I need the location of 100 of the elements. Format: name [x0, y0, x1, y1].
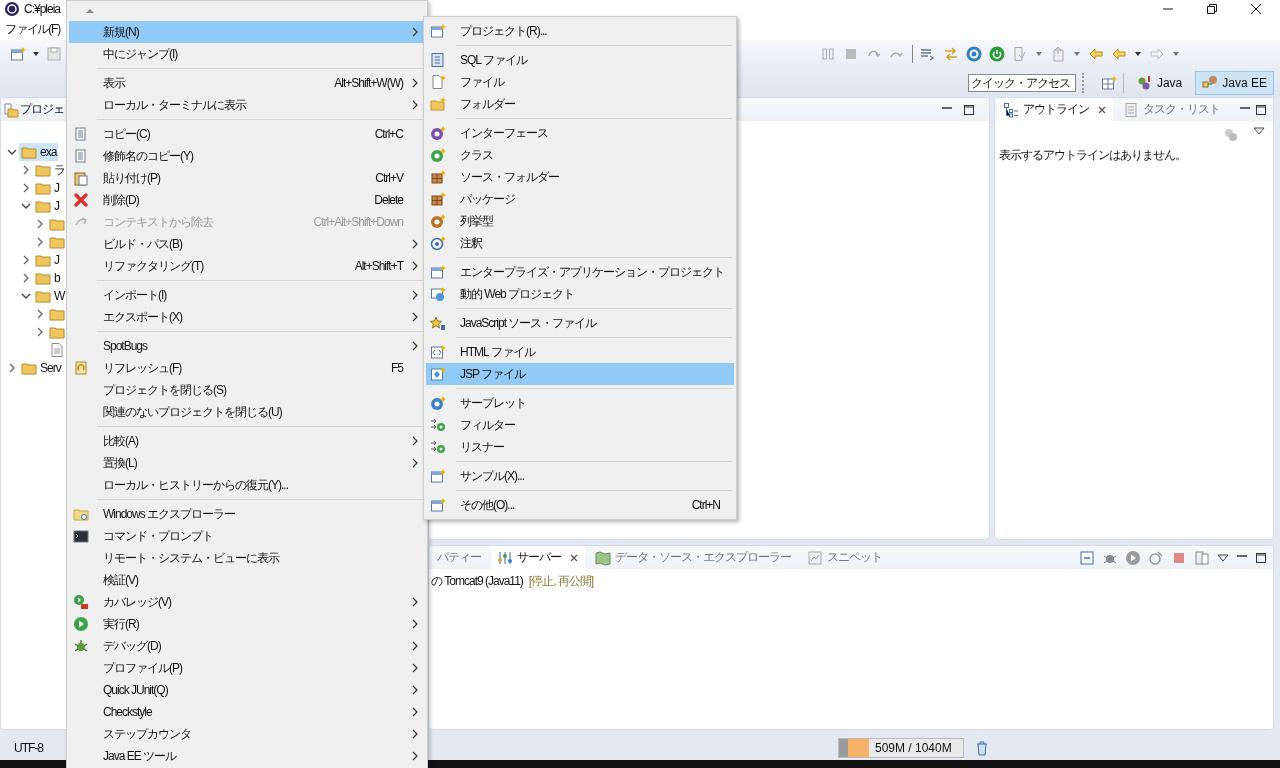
- tree-item[interactable]: exa: [19, 143, 59, 161]
- menu-item[interactable]: Checkstyle: [69, 701, 425, 723]
- document-icon[interactable]: [1012, 46, 1028, 62]
- menu-item[interactable]: 中にジャンプ(I): [69, 43, 425, 65]
- open-perspective-icon[interactable]: [1100, 74, 1117, 91]
- server-name[interactable]: の Tomcat9 (Java11): [431, 573, 523, 590]
- menu-item[interactable]: クラス: [426, 144, 734, 166]
- menu-item[interactable]: HTML ファイル: [426, 341, 734, 363]
- tree-item[interactable]: ラ: [33, 161, 67, 179]
- chevron-right-icon[interactable]: [35, 237, 45, 247]
- arrow-left-icon[interactable]: [1111, 46, 1127, 62]
- menu-item[interactable]: 比較(A): [69, 430, 425, 452]
- menu-item[interactable]: 注釈: [426, 232, 734, 254]
- chevron-right-icon[interactable]: [21, 255, 31, 265]
- maximize-icon[interactable]: [1255, 103, 1267, 116]
- maximize-icon[interactable]: [963, 103, 975, 116]
- menu-item[interactable]: 関連のないプロジェクトを閉じる(U): [69, 401, 425, 423]
- tree-item[interactable]: W: [33, 287, 67, 305]
- menu-item[interactable]: フォルダー: [426, 93, 734, 115]
- chevron-right-icon[interactable]: [21, 273, 31, 283]
- perspective-button[interactable]: Java: [1129, 70, 1190, 95]
- perspective-button[interactable]: Java EE: [1195, 70, 1274, 95]
- menu-item[interactable]: インポート(I): [69, 284, 425, 306]
- tree-item[interactable]: J: [33, 251, 61, 269]
- play-icon[interactable]: [1125, 549, 1141, 566]
- heap-meter[interactable]: 509M / 1040M: [838, 737, 964, 758]
- menu-item[interactable]: リフレッシュ(F) F5: [69, 357, 425, 379]
- arrow-left-icon[interactable]: [1088, 46, 1104, 62]
- tab[interactable]: スニペット: [801, 546, 888, 569]
- menu-item[interactable]: ローカル・ターミナルに表示: [69, 94, 425, 116]
- power-icon[interactable]: [989, 46, 1005, 62]
- pause-icon[interactable]: [820, 46, 836, 62]
- menu-bar-item[interactable]: ファイル(F): [3, 20, 62, 38]
- menu-item[interactable]: プロファイル(P): [69, 657, 425, 679]
- menu-item[interactable]: SQL ファイル: [426, 49, 734, 71]
- chevron-right-icon[interactable]: [35, 219, 45, 229]
- chevron-down-icon[interactable]: [7, 147, 17, 157]
- tree-item[interactable]: b: [33, 269, 62, 287]
- document-icon[interactable]: [1050, 46, 1066, 62]
- quick-access-field[interactable]: クイック・アクセス: [967, 73, 1076, 92]
- menu-item[interactable]: JSP ファイル: [426, 363, 734, 385]
- tab[interactable]: データ・ソース・エクスプローラー: [589, 546, 797, 569]
- caret-icon[interactable]: [32, 50, 40, 58]
- new-window-icon[interactable]: [10, 46, 26, 62]
- tree-item[interactable]: Serv: [19, 359, 63, 377]
- menu-item[interactable]: 貼り付け(P) Ctrl+V: [69, 167, 425, 189]
- menu-item[interactable]: ファイル: [426, 71, 734, 93]
- menu-item[interactable]: 列挙型: [426, 210, 734, 232]
- menu-item[interactable]: パッケージ: [426, 188, 734, 210]
- chevron-right-icon[interactable]: [35, 327, 45, 337]
- menu-item[interactable]: サーブレット: [426, 392, 734, 414]
- maximize-icon[interactable]: [1255, 551, 1267, 564]
- menu-item[interactable]: カバレッジ(V): [69, 591, 425, 613]
- menu-item[interactable]: エクスポート(X): [69, 306, 425, 328]
- tree-item[interactable]: J: [33, 179, 61, 197]
- tab[interactable]: タスク・リスト: [1117, 98, 1226, 121]
- view-menu-icon[interactable]: [1217, 553, 1229, 562]
- restore-icon[interactable]: [1206, 3, 1218, 15]
- view-menu-icon[interactable]: [1253, 127, 1265, 135]
- close-icon[interactable]: [569, 552, 579, 563]
- profile-icon[interactable]: [1148, 549, 1164, 566]
- chevron-down-icon[interactable]: [21, 291, 31, 301]
- menu-item[interactable]: 削除(D) Delete: [69, 189, 425, 211]
- tab[interactable]: サーバー: [491, 546, 585, 569]
- menu-item[interactable]: ソース・フォルダー: [426, 166, 734, 188]
- menu-item[interactable]: 動的 Web プロジェクト: [426, 283, 734, 305]
- menu-item[interactable]: リモート・システム・ビューに表示: [69, 547, 425, 569]
- menu-item[interactable]: エンタープライズ・アプリケーション・プロジェクト: [426, 261, 734, 283]
- tab[interactable]: アウトライン: [997, 98, 1113, 121]
- menu-item[interactable]: 置換(L): [69, 452, 425, 474]
- menu-item[interactable]: 表示 Alt+Shift+W(W): [69, 72, 425, 94]
- chevron-right-icon[interactable]: [35, 309, 45, 319]
- menu-item[interactable]: ローカル・ヒストリーからの復元(Y)...: [69, 474, 425, 496]
- caret-icon[interactable]: [1134, 50, 1142, 58]
- menu-item[interactable]: フィルター: [426, 414, 734, 436]
- menu-item[interactable]: サンプル(X)...: [426, 465, 734, 487]
- scroll-up-icon[interactable]: [85, 8, 95, 14]
- gear-icon[interactable]: [966, 46, 982, 62]
- menu-item[interactable]: ステップカウンタ: [69, 723, 425, 745]
- menu-item[interactable]: コピー(C) Ctrl+C: [69, 123, 425, 145]
- tree-item[interactable]: J: [33, 197, 61, 215]
- chevron-right-icon[interactable]: [21, 165, 31, 175]
- menu-item[interactable]: 修飾名のコピー(Y): [69, 145, 425, 167]
- chevron-right-icon[interactable]: [21, 183, 31, 193]
- panel-title[interactable]: プロジェ: [20, 101, 64, 118]
- menu-item[interactable]: デバッグ(D): [69, 635, 425, 657]
- menu-item[interactable]: ビルド・パス(B): [69, 233, 425, 255]
- chevron-right-icon[interactable]: [7, 363, 17, 373]
- menu-item[interactable]: JavaScript ソース・ファイル: [426, 312, 734, 334]
- menu-item[interactable]: リファクタリング(T) Alt+Shift+T: [69, 255, 425, 277]
- menu-item[interactable]: プロジェクトを閉じる(S): [69, 379, 425, 401]
- menu-item[interactable]: 新規(N): [69, 21, 425, 43]
- menu-item[interactable]: Java EE ツール: [69, 745, 425, 767]
- menu-item[interactable]: SpotBugs: [69, 335, 425, 357]
- menu-item[interactable]: Windows エクスプローラー: [69, 503, 425, 525]
- tab[interactable]: パティー: [431, 546, 487, 569]
- chevron-down-icon[interactable]: [21, 201, 31, 211]
- collapse-icon[interactable]: [1079, 549, 1095, 566]
- trash-icon[interactable]: [974, 739, 990, 756]
- menu-item[interactable]: インターフェース: [426, 122, 734, 144]
